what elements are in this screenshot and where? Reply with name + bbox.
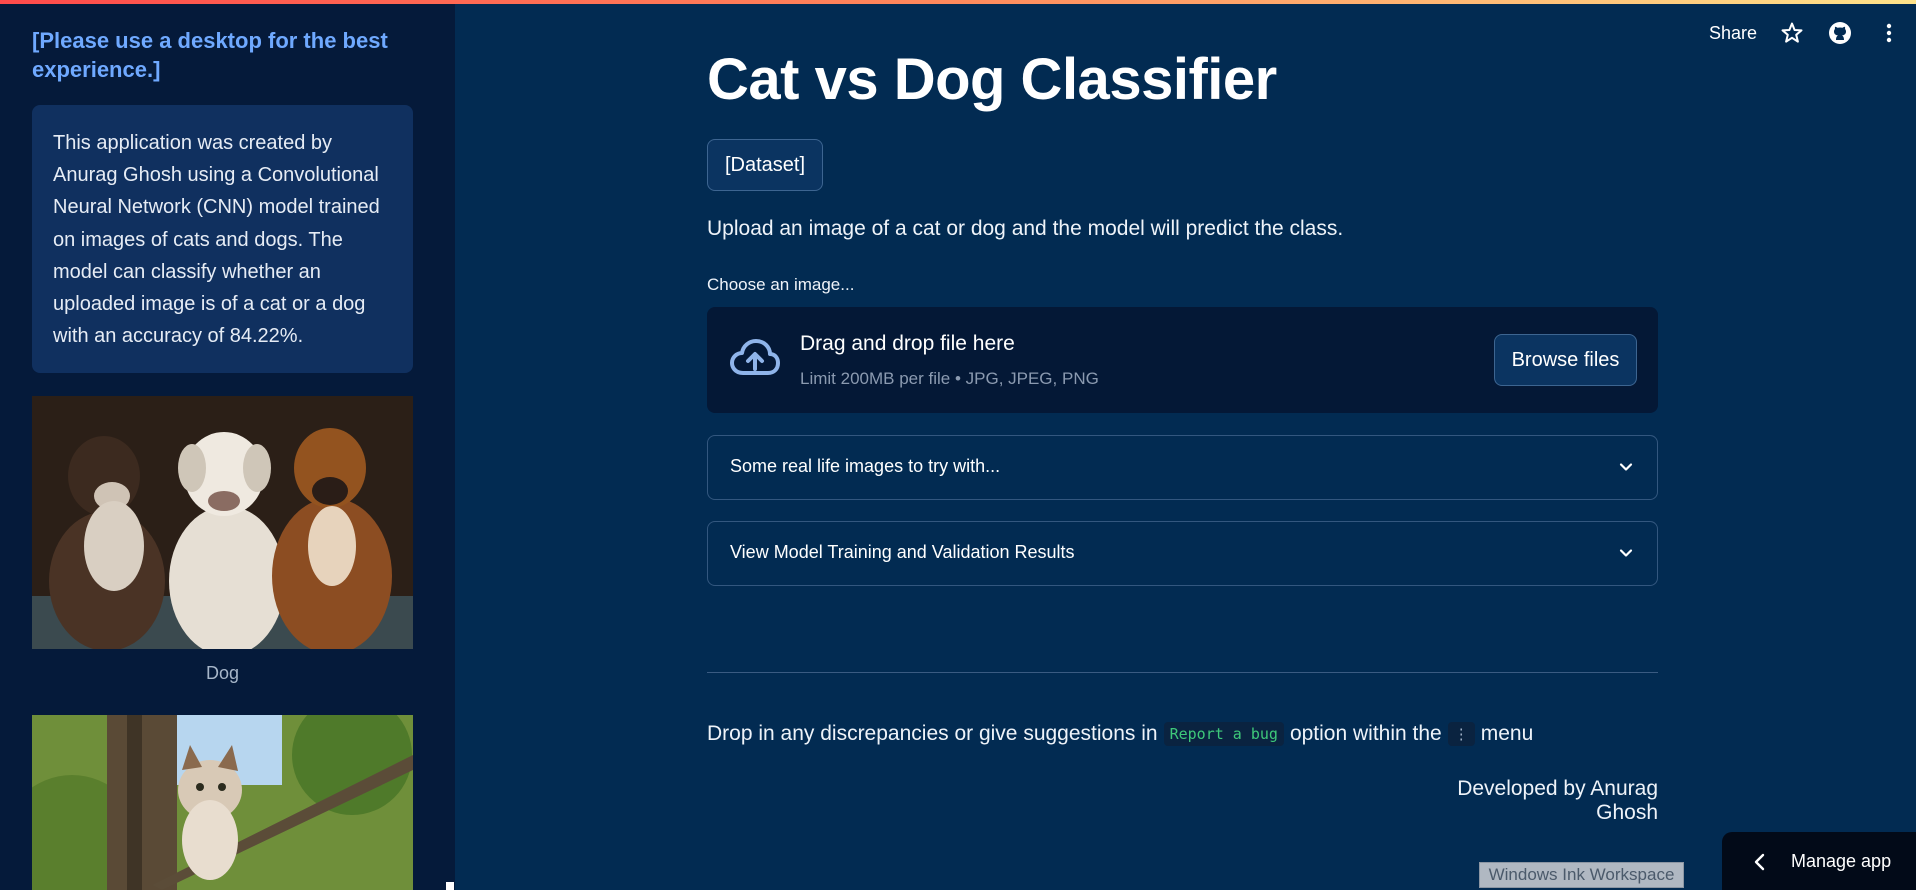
feedback-middle: option within the [1289,722,1442,745]
sidebar-desktop-note: [Please use a desktop for the best exper… [32,28,388,82]
dogs-photo-illustration [32,396,413,649]
feedback-text: Drop in any discrepancies or give sugges… [707,722,1533,746]
sidebar-about-text: This application was created by Anurag G… [53,132,380,348]
sidebar-about-card: This application was created by Anurag G… [32,105,413,373]
manage-app-button[interactable]: Manage app [1722,832,1916,890]
dropzone-title: Drag and drop file here [800,332,1015,355]
sidebar: [Please use a desktop for the best exper… [0,0,455,890]
developed-by-text: Developed by Anurag Ghosh [1457,777,1658,824]
browse-files-button[interactable]: Browse files [1494,334,1637,386]
feedback-suffix: menu [1480,722,1534,745]
expander-label: Some real life images to try with... [730,456,1001,476]
more-vertical-icon[interactable] [1877,21,1903,47]
feedback-prefix: Drop in any discrepancies or give sugges… [707,722,1158,745]
menu-dots-code: ⋮ [1447,722,1475,746]
share-button[interactable]: Share [1709,23,1757,44]
expander-label: View Model Training and Validation Resul… [730,542,1075,562]
intro-text: Upload an image of a cat or dog and the … [707,217,1344,240]
github-icon[interactable] [1828,21,1854,47]
windows-ink-workspace-tooltip: Windows Ink Workspace [1479,862,1684,888]
star-icon[interactable] [1780,21,1806,47]
sidebar-scrollbar[interactable] [446,882,454,890]
dataset-button[interactable]: [Dataset] [707,139,823,191]
cat-photo-illustration [32,715,413,890]
dogs-image [32,396,413,649]
dog-image-caption: Dog [205,663,240,683]
manage-app-label: Manage app [1791,851,1892,871]
chevron-left-icon [1752,853,1768,871]
cat-image [32,715,413,890]
report-bug-code: Report a bug [1163,722,1284,746]
top-decoration-bar [0,0,1916,4]
chevron-down-icon [1617,458,1635,476]
chevron-down-icon [1617,544,1635,562]
dropzone-limit: Limit 200MB per file • JPG, JPEG, PNG [800,369,1099,388]
file-dropzone[interactable]: Drag and drop file here Limit 200MB per … [707,307,1658,413]
expander-training-results[interactable]: View Model Training and Validation Resul… [707,521,1658,586]
page-title: Cat vs Dog Classifier [707,47,1277,112]
expander-real-life-images[interactable]: Some real life images to try with... [707,435,1658,500]
footer-divider [707,672,1658,673]
uploader-label: Choose an image... [707,275,855,294]
cloud-upload-icon [729,337,781,381]
